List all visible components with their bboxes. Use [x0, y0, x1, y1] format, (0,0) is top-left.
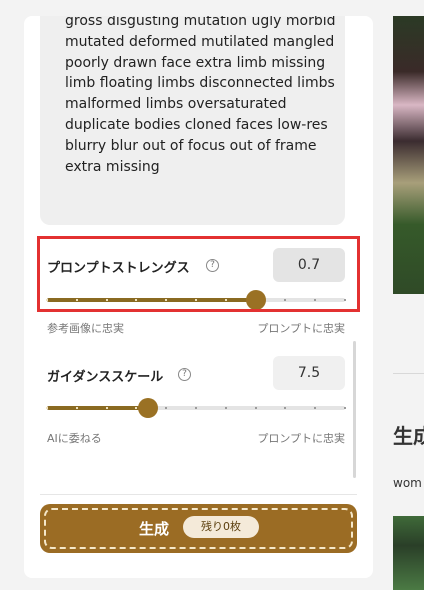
guidance-scale-label: ガイダンススケール — [47, 370, 164, 385]
highlight-frame — [37, 236, 360, 312]
right-subtext: wom — [393, 476, 422, 490]
guidance-scale-min-label: AIに委ねる — [47, 432, 102, 445]
slider-tick — [195, 407, 197, 409]
slider-tick — [224, 407, 227, 409]
gallery-image[interactable] — [393, 16, 424, 294]
slider-tick — [165, 407, 168, 409]
slider-thumb[interactable] — [138, 398, 159, 418]
guidance-scale-max-label: プロンプトに忠実 — [257, 432, 345, 445]
gallery-image[interactable] — [393, 516, 424, 590]
negative-prompt-line: malformed limbs oversaturated — [65, 96, 287, 113]
negative-prompt-text: gross disgusting mutation ugly morbid mu… — [65, 16, 345, 177]
negative-prompt-line: mutated deformed mutilated mangled — [65, 33, 335, 50]
right-divider — [393, 373, 424, 374]
negative-prompt-line: gross disgusting mutation ugly morbid — [65, 16, 336, 29]
slider-tick — [254, 407, 257, 409]
negative-prompt-line: limb floating limbs disconnected limbs — [65, 75, 335, 92]
section-divider — [40, 494, 357, 495]
negative-prompt-line: poorly drawn face extra limb missing — [65, 54, 326, 71]
slider-tick — [46, 407, 48, 409]
negative-prompt-textarea[interactable]: gross disgusting mutation ugly morbid mu… — [40, 16, 345, 225]
slider-tick — [75, 407, 78, 409]
right-heading: 生成 — [393, 424, 424, 448]
guidance-scale-help-icon[interactable]: ? — [178, 368, 191, 381]
slider-tick — [105, 407, 108, 409]
generate-button[interactable]: 生成 残り0枚 — [40, 504, 357, 553]
guidance-scale-value[interactable]: 7.5 — [273, 356, 345, 390]
prompt-strength-min-label: 参考画像に忠実 — [47, 322, 124, 335]
slider-tick — [314, 407, 317, 409]
prompt-strength-max-label: プロンプトに忠実 — [257, 322, 345, 335]
slider-tick — [135, 407, 138, 409]
negative-prompt-line: blurry blur out of focus out of frame — [65, 137, 317, 154]
panel-scrollbar[interactable] — [353, 341, 356, 478]
negative-prompt-line: extra missing — [65, 158, 160, 175]
remaining-count-badge: 残り0枚 — [183, 516, 259, 538]
generate-button-label: 生成 — [139, 520, 170, 538]
slider-fill — [47, 406, 149, 410]
negative-prompt-line: duplicate bodies cloned faces low-res — [65, 116, 328, 133]
slider-tick — [284, 407, 287, 409]
guidance-scale-slider[interactable] — [46, 398, 346, 418]
slider-tick — [344, 407, 346, 409]
